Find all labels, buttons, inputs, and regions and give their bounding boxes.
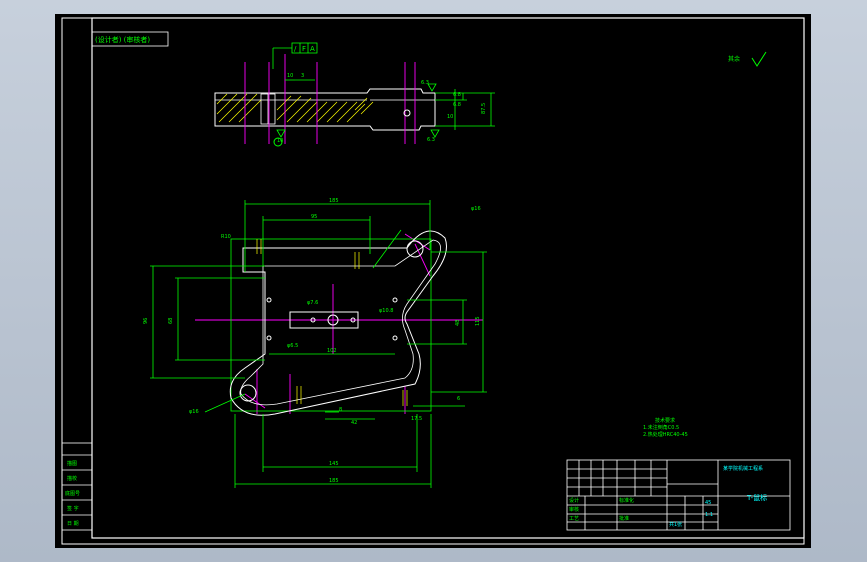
datum-cell-1: / xyxy=(294,45,297,53)
dim-95-top: 95 xyxy=(311,214,317,220)
dim-42: 42 xyxy=(351,420,357,426)
drawing-sheet: (设计者) (审核者) 其余 / F A 10 3 6.8 6.8 6.3 6.… xyxy=(55,14,811,548)
row-label-1: 设计 xyxy=(569,497,579,504)
dim-top-3: 3 xyxy=(301,73,304,79)
dim-top-10: 10 xyxy=(287,73,293,79)
strip-label-4: 签 字 xyxy=(67,505,79,512)
dim-phi7-6: φ7.6 xyxy=(307,300,318,306)
dim-top-6-8a: 6.8 xyxy=(453,92,461,98)
dim-17-5: 17.5 xyxy=(411,416,422,422)
roughness-symbol-icon xyxy=(751,51,767,67)
datum-cell-2: F xyxy=(302,45,306,53)
plan-hole-top xyxy=(406,240,424,258)
dim-phi10-8: φ10.8 xyxy=(379,308,393,314)
row-label-3: 工艺 xyxy=(569,516,579,522)
section-outline xyxy=(214,88,436,131)
datum-cell-3: A xyxy=(310,45,315,53)
dim-115-right: 115 xyxy=(475,316,481,326)
dim-top-6-3a: 6.3 xyxy=(421,80,429,86)
scale-value: 1:1 xyxy=(705,512,713,518)
notes-line-1: 1.未注倒角C0.5 xyxy=(643,424,679,431)
dim-phi6-5: φ6.5 xyxy=(287,343,298,349)
dim-phi16-top: φ16 xyxy=(471,206,481,212)
outer-frame xyxy=(61,17,805,545)
section-hatch xyxy=(216,93,374,123)
dim-96-left: 96 xyxy=(143,318,149,324)
strip-label-5: 日 期 xyxy=(67,521,79,527)
design-unit: 某学院机械工程系 xyxy=(723,465,763,472)
row-label-5: 批准 xyxy=(619,515,629,522)
dim-6: 6 xyxy=(457,396,460,402)
sheet-value: 共1张 xyxy=(669,521,682,528)
dim-102-center: 102 xyxy=(327,348,337,354)
row-label-4: 标准化 xyxy=(619,497,634,504)
plan-hole-bottom xyxy=(239,384,257,402)
plan-view: 185 95 R10 φ16 96 68 115 48 102 φ7.6 φ6.… xyxy=(143,198,487,488)
dim-185-bottom: 185 xyxy=(329,478,339,484)
section-view: / F A 10 3 6.8 6.8 6.3 6.3 10 87.5 10 xyxy=(214,42,495,147)
strip-label-3: 底图号 xyxy=(65,490,80,497)
dim-145-bottom: 145 xyxy=(329,461,339,467)
dim-r10: R10 xyxy=(221,234,231,240)
row-label-2: 审核 xyxy=(569,506,579,513)
notes-line-2: 2.热处理HRC40-45 xyxy=(643,431,688,438)
dim-phi16-bottom: φ16 xyxy=(189,409,199,415)
plan-centerlines xyxy=(195,233,483,414)
notes-title: 技术要求 xyxy=(655,417,675,424)
part-name: T-鼠标 xyxy=(746,493,767,502)
strip-label-2: 描校 xyxy=(67,475,77,482)
dim-8: 8 xyxy=(339,407,342,413)
roughness-label: 其余 xyxy=(728,55,740,63)
dim-top-87-5: 87.5 xyxy=(481,103,487,114)
cad-drawing: (设计者) (审核者) 其余 / F A 10 3 6.8 6.8 6.3 6.… xyxy=(61,17,805,545)
left-strip xyxy=(61,442,93,531)
material-value: 45 xyxy=(705,500,711,506)
dim-top-10b: 10 xyxy=(447,114,453,120)
header-tag: (设计者) (审核者) xyxy=(95,35,150,44)
strip-label-1: 描图 xyxy=(67,460,77,467)
dim-68-left: 68 xyxy=(168,318,174,324)
dim-185-top: 185 xyxy=(329,198,339,204)
dim-top-6-3b: 6.3 xyxy=(427,137,435,143)
dim-top-6-8b: 6.8 xyxy=(453,102,461,108)
plan-dim-lines xyxy=(150,200,487,488)
dim-48-right: 48 xyxy=(455,320,461,326)
